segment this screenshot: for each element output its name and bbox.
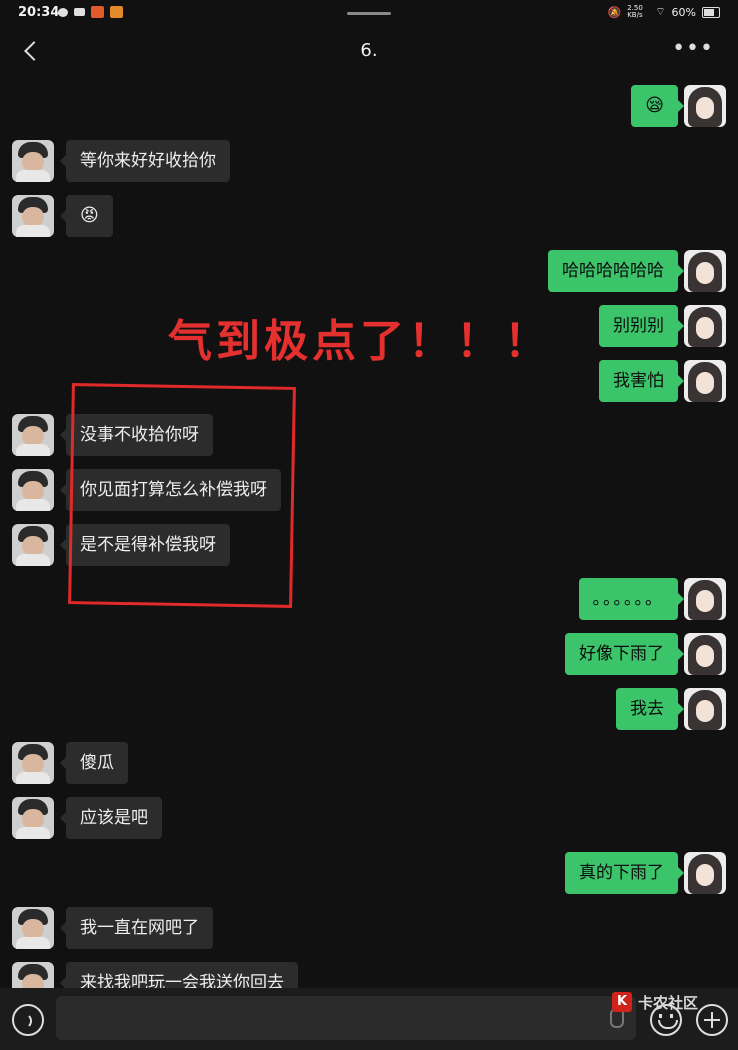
avatar-self[interactable] — [684, 85, 726, 127]
message-bubble-outgoing[interactable]: 我去 — [616, 688, 684, 730]
wechat-icon — [58, 7, 68, 17]
message-bubble-incoming[interactable]: 傻瓜 — [60, 742, 128, 784]
avatar-self[interactable] — [684, 578, 726, 620]
avatar-contact[interactable] — [12, 469, 54, 511]
mute-icon: 🔕 — [607, 5, 622, 19]
avatar-contact[interactable] — [12, 907, 54, 949]
status-time: 20:34 — [18, 5, 60, 20]
message-bubble-incoming[interactable]: 我一直在网吧了 — [60, 907, 213, 949]
message-bubble-incoming[interactable]: 等你来好好收拾你 — [60, 140, 230, 182]
wifi-icon: ⌔ — [655, 5, 666, 18]
more-icon[interactable]: ••• — [672, 36, 714, 61]
avatar-contact[interactable] — [12, 140, 54, 182]
battery-percent: 60% — [671, 5, 696, 19]
message-bubble-outgoing[interactable]: 。。。。。。 — [578, 578, 684, 620]
notification-icons — [58, 6, 123, 18]
avatar-contact[interactable] — [12, 524, 54, 566]
red-highlight-box — [68, 383, 296, 608]
watermark: K 卡农社区 — [612, 990, 722, 1018]
avatar-self[interactable] — [684, 633, 726, 675]
red-annotation-text: 气到极点了！！！ — [168, 316, 552, 367]
message-bubble-outgoing[interactable]: 真的下雨了 — [565, 852, 684, 894]
chat-title: 6. — [360, 40, 378, 61]
battery-icon — [702, 6, 720, 18]
avatar-self[interactable] — [684, 305, 726, 347]
video-icon — [74, 8, 85, 16]
message-bubble-outgoing[interactable]: 😪 — [631, 85, 684, 127]
avatar-contact[interactable] — [12, 414, 54, 456]
status-right: 🔕 2.50 KB/s ⌔ 60% — [607, 4, 720, 19]
avatar-self[interactable] — [684, 688, 726, 730]
chat-header: 6. ••• — [0, 28, 738, 76]
avatar-contact[interactable] — [12, 742, 54, 784]
message-input[interactable] — [56, 996, 636, 1040]
voice-toggle-icon[interactable] — [12, 1004, 44, 1036]
watermark-logo: K — [612, 992, 632, 1012]
app-icon — [110, 6, 123, 18]
message-bubble-outgoing[interactable]: 哈哈哈哈哈哈 — [548, 250, 684, 292]
avatar-self[interactable] — [684, 250, 726, 292]
message-bubble-outgoing[interactable]: 我害怕 — [599, 360, 684, 402]
status-bar: 20:34 🔕 2.50 KB/s ⌔ 60% — [0, 0, 738, 28]
message-bubble-incoming[interactable]: 应该是吧 — [60, 797, 162, 839]
top-handle — [347, 12, 391, 15]
message-bubble-outgoing[interactable]: 别别别 — [599, 305, 684, 347]
message-bubble-outgoing[interactable]: 好像下雨了 — [565, 633, 684, 675]
message-bubble-incoming[interactable]: 😡 — [60, 195, 113, 237]
watermark-text: 卡农社区 — [638, 994, 699, 1012]
avatar-contact[interactable] — [12, 195, 54, 237]
avatar-self[interactable] — [684, 852, 726, 894]
avatar-self[interactable] — [684, 360, 726, 402]
avatar-contact[interactable] — [12, 797, 54, 839]
app-icon — [91, 6, 104, 18]
network-speed: 2.50 KB/s — [627, 4, 643, 19]
